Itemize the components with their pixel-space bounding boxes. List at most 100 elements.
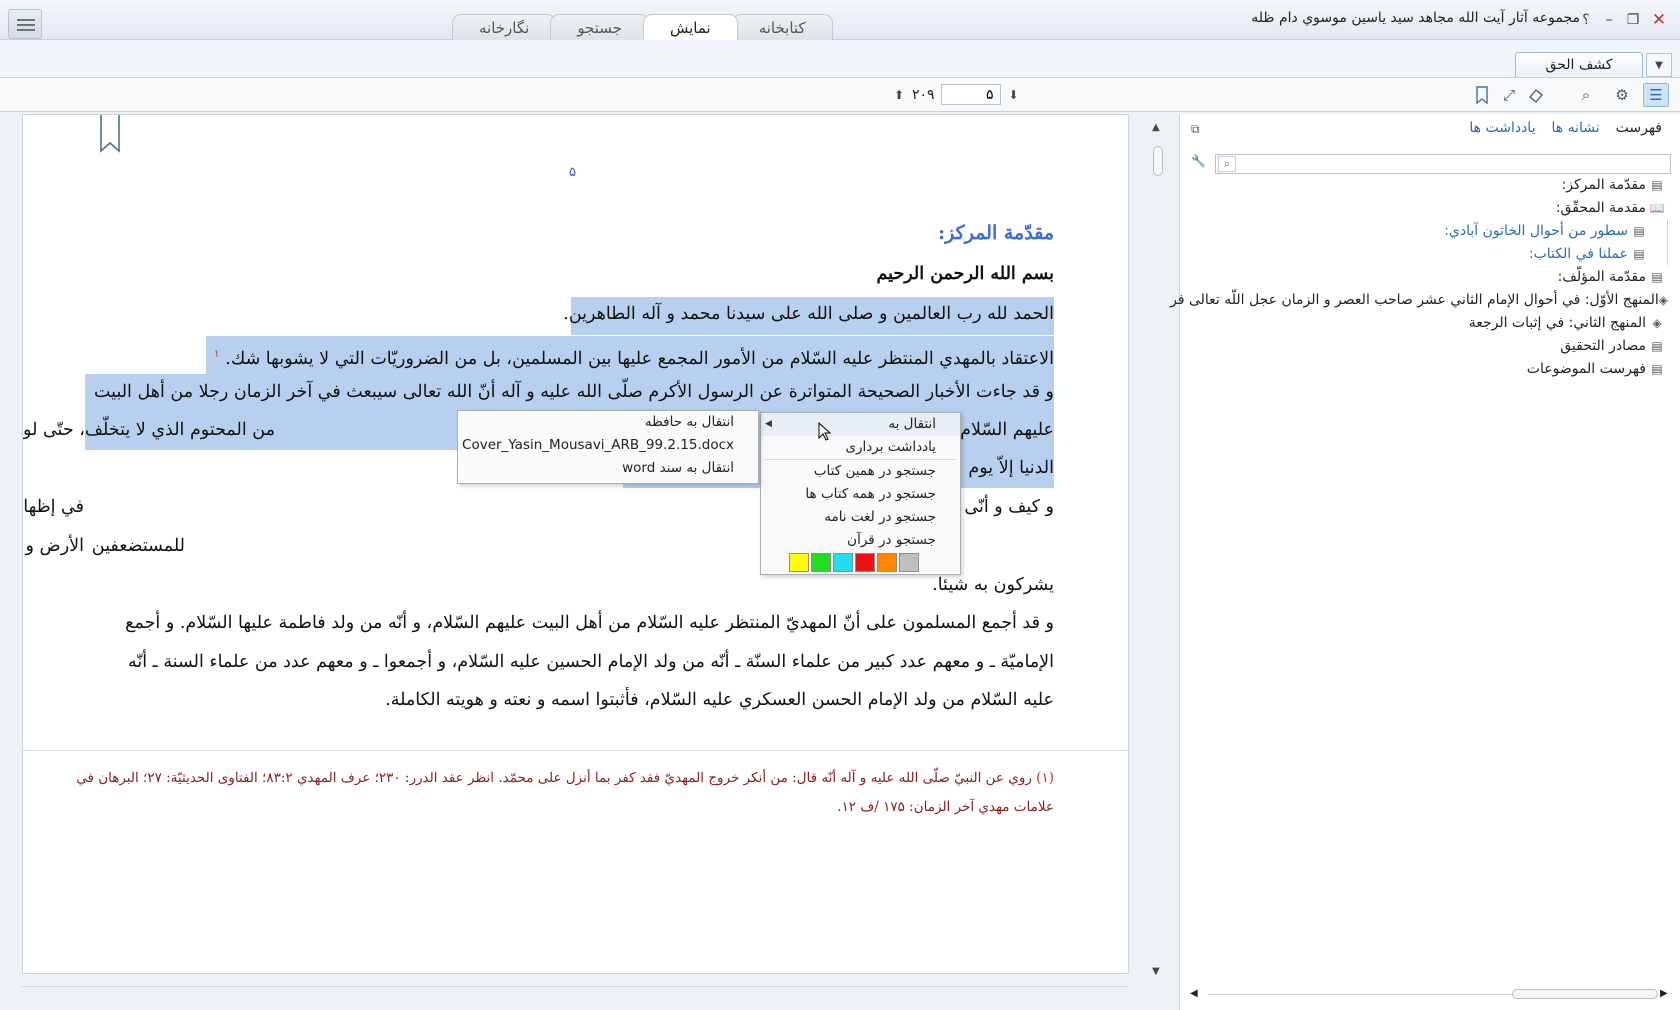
stack-icon: ◈ bbox=[1652, 316, 1662, 330]
footnote-line: (١) روي عن النبيّ صلّى الله عليه و آله أ… bbox=[76, 770, 1054, 786]
toc-item[interactable]: ▤ عملنا في الكتاب: bbox=[1188, 243, 1668, 266]
text-line: في إظهار دينه على الدين كلّه و لو كره ال… bbox=[23, 497, 84, 517]
fullscreen-icon[interactable]: ⤢ bbox=[1496, 83, 1522, 107]
list-icon[interactable]: ☰ bbox=[1643, 83, 1669, 107]
text-line: الحمد لله رب العالمين و صلى الله على سيد… bbox=[563, 304, 1054, 324]
tab-index[interactable]: فهرست bbox=[1616, 120, 1662, 136]
menu-icon[interactable] bbox=[8, 9, 42, 39]
menu-item-search-all[interactable]: جستجو در همه کتاب ها bbox=[761, 483, 960, 506]
prev-page-icon[interactable]: ⬇ bbox=[1007, 88, 1021, 102]
color-swatch[interactable] bbox=[811, 553, 831, 572]
menu-item-word-file[interactable]: Cover_Yasin_Mousavi_ARB_99.2.15.docx bbox=[458, 434, 758, 457]
text-line: للمستضعفين bbox=[91, 536, 185, 556]
color-swatch[interactable] bbox=[855, 553, 875, 572]
menu-item-search-book[interactable]: جستجو در همين کتاب bbox=[761, 460, 960, 483]
bookmark-flag-icon[interactable] bbox=[99, 115, 121, 155]
maximize-button[interactable]: ❐ bbox=[1622, 9, 1644, 31]
text-line: من المحتوم الذي لا يتخلّف، حتّى لو لم يب… bbox=[23, 420, 275, 440]
stack-icon: ◈ bbox=[1658, 293, 1668, 307]
context-menu: انتقال به ◀ يادداشت برداری جستجو در همين … bbox=[760, 412, 961, 575]
text-line: و كيف و أنّى bbox=[964, 497, 1054, 517]
text-line: عليه السّلام من ولد الإمام الحسن العسكري… bbox=[385, 690, 1054, 710]
menu-item-clipboard[interactable]: انتقال به حافظه bbox=[458, 411, 758, 434]
basmala: بسم الله الرحمن الرحيم bbox=[876, 264, 1054, 284]
book-tab-bar: كشف الحق ▼ bbox=[0, 40, 1680, 78]
submenu-arrow-icon: ◀ bbox=[765, 419, 772, 429]
goto-submenu: انتقال به حافظه Cover_Yasin_Mousavi_ARB_… bbox=[457, 410, 759, 484]
toc-item[interactable]: ▤ مقدّمة المؤلّف: bbox=[1188, 266, 1668, 289]
menu-item-word-document[interactable]: انتقال به سند word bbox=[458, 457, 758, 480]
toc-item[interactable]: ▤ فهرست الموضوعات bbox=[1188, 358, 1668, 381]
eraser-icon[interactable] bbox=[1523, 83, 1549, 107]
tab-search[interactable]: جستجو bbox=[550, 14, 649, 40]
scroll-left-icon[interactable]: ◀ bbox=[1190, 988, 1198, 999]
window-title: مجموعه آثار آيت الله مجاهد سيد ياسين موس… bbox=[1251, 10, 1580, 26]
color-swatch[interactable] bbox=[899, 553, 919, 572]
toc-item[interactable]: ▤ مصادر التحقيق bbox=[1188, 335, 1668, 358]
toc-item[interactable]: ◈ المنهج الأوّل: في أحوال الإمام الثاني ع… bbox=[1170, 289, 1668, 312]
bookmark-icon[interactable] bbox=[1469, 83, 1495, 107]
tab-display[interactable]: نمايش bbox=[642, 14, 738, 40]
section-heading: مقدّمة المركز: bbox=[938, 222, 1054, 244]
page-icon: ▤ bbox=[1633, 247, 1645, 261]
menu-item-search-dictionary[interactable]: جستجو در لغت نامه bbox=[761, 506, 960, 529]
menu-item-goto[interactable]: انتقال به ◀ bbox=[761, 413, 960, 436]
page-total: ۲۰۹ bbox=[912, 86, 935, 103]
toc-item[interactable]: 📖 مقدمة المحقّق: bbox=[1188, 197, 1668, 220]
text-line: الاعتقاد بالمهدي المنتظر عليه السّلام من… bbox=[213, 347, 1054, 369]
text-line: و قد جاءت الأخبار الصحيحة المتواترة عن ا… bbox=[93, 382, 1054, 402]
toolbar: ⬆ ۲۰۹ ⬇ ⤢ ⌕ ⚙ ☰ bbox=[0, 78, 1680, 112]
page-navigator: ⬆ ۲۰۹ ⬇ bbox=[892, 84, 1021, 105]
dock-icon[interactable]: ⧉ bbox=[1191, 122, 1200, 137]
panel-horizontal-scrollbar[interactable]: ◀ ▶ bbox=[1190, 988, 1672, 1002]
reading-pane[interactable]: ۵ مقدّمة المركز: بسم الله الرحمن الرحيم … bbox=[22, 114, 1129, 974]
vertical-scrollbar[interactable]: ▲ ▼ bbox=[1148, 114, 1168, 984]
side-panel: ⧉ فهرست نشانه ها يادداشت ها 🔧 ⌕ ▤ مقدّمة … bbox=[1170, 114, 1680, 1010]
text-line: الإماميّة ـ و معهم عدد كبير من علماء الس… bbox=[128, 652, 1054, 672]
book-tab[interactable]: كشف الحق bbox=[1515, 52, 1643, 77]
color-swatch[interactable] bbox=[833, 553, 853, 572]
minimize-button[interactable]: – bbox=[1598, 9, 1620, 31]
footnote-separator bbox=[23, 750, 1128, 751]
scroll-up-icon[interactable]: ▲ bbox=[1152, 122, 1160, 133]
tab-gallery[interactable]: نگارخانه bbox=[452, 14, 557, 40]
scroll-down-icon[interactable]: ▼ bbox=[1152, 966, 1160, 977]
chevron-down-icon[interactable]: ▼ bbox=[1646, 53, 1672, 77]
color-swatch[interactable] bbox=[877, 553, 897, 572]
title-bar: نگارخانه جستجو نمايش كتابخانه مجموعه آثا… bbox=[0, 0, 1680, 40]
table-of-contents: ▤ مقدّمة المركز: 📖 مقدمة المحقّق: ▤ سطور من… bbox=[1170, 174, 1668, 381]
text-line: عليهم السّلام bbox=[960, 420, 1054, 440]
page-icon: ▤ bbox=[1651, 178, 1663, 192]
text-line: و قد أجمع المسلمون على أنّ المهديّ المنت… bbox=[125, 613, 1054, 633]
page-icon: ▤ bbox=[1651, 339, 1663, 353]
wrench-icon[interactable]: 🔧 bbox=[1191, 154, 1206, 168]
next-page-icon[interactable]: ⬆ bbox=[892, 88, 906, 102]
page-input[interactable] bbox=[940, 84, 1001, 105]
tab-library[interactable]: كتابخانه bbox=[731, 14, 833, 40]
scroll-thumb[interactable] bbox=[1512, 989, 1658, 999]
panel-search: 🔧 ⌕ bbox=[1191, 154, 1671, 174]
panel-search-input[interactable]: ⌕ bbox=[1215, 154, 1671, 174]
color-swatch[interactable] bbox=[789, 553, 809, 572]
toc-item[interactable]: ▤ سطور من أحوال الخاتون آبادي: bbox=[1188, 220, 1668, 243]
toc-item[interactable]: ◈ المنهج الثاني: في إثبات الرجعة bbox=[1188, 312, 1668, 335]
open-book-icon: 📖 bbox=[1649, 201, 1665, 215]
page-icon: ▤ bbox=[1651, 270, 1663, 284]
toc-item[interactable]: ▤ مقدّمة المركز: bbox=[1188, 174, 1668, 197]
footnote-marker[interactable]: ١ bbox=[214, 347, 220, 360]
search-icon[interactable]: ⌕ bbox=[1573, 83, 1599, 107]
page-bottom-edge bbox=[22, 986, 1129, 998]
search-icon[interactable]: ⌕ bbox=[1218, 156, 1236, 172]
main-tabs: نگارخانه جستجو نمايش كتابخانه bbox=[452, 14, 833, 40]
help-button[interactable]: ؟ bbox=[1575, 9, 1597, 31]
menu-item-search-quran[interactable]: جستجو در قرآن bbox=[761, 529, 960, 552]
close-button[interactable]: ✕ bbox=[1648, 9, 1670, 31]
scroll-right-icon[interactable]: ▶ bbox=[1660, 988, 1668, 999]
settings-icon[interactable]: ⚙ bbox=[1609, 83, 1635, 107]
menu-item-take-note[interactable]: يادداشت برداری bbox=[761, 436, 960, 459]
page-icon: ▤ bbox=[1651, 362, 1663, 376]
tab-bookmarks[interactable]: نشانه ها bbox=[1551, 120, 1599, 136]
tab-notes[interactable]: يادداشت ها bbox=[1469, 120, 1535, 136]
scroll-thumb[interactable] bbox=[1153, 146, 1163, 176]
page-number: ۵ bbox=[569, 165, 576, 180]
